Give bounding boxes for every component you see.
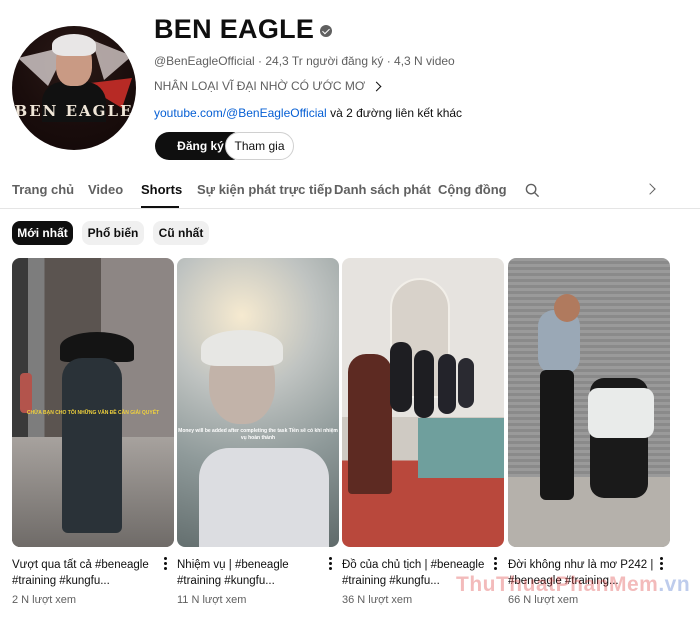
shirt-shape [199, 448, 329, 547]
video-count: 4,3 N video [394, 54, 455, 68]
tab-community[interactable]: Cộng đồng [438, 182, 507, 197]
short-thumbnail[interactable] [342, 258, 504, 547]
tab-home[interactable]: Trang chủ [12, 182, 74, 197]
chip-oldest[interactable]: Cũ nhất [153, 221, 209, 245]
meta-separator: · [258, 54, 263, 68]
short-card[interactable]: CHỨA BẠN CHO TÔI NHỮNG VẤN ĐỀ CẦN GIẢI Q… [12, 258, 174, 606]
watermark: ThuThuatPhanMem.vn [456, 573, 690, 597]
person2-shirt-shape [588, 388, 654, 438]
tab-videos[interactable]: Video [88, 182, 123, 197]
tab-shorts[interactable]: Shorts [141, 182, 182, 197]
short-card[interactable]: Đời không như là mơ P242 | #beneagle #tr… [508, 258, 670, 606]
more-vert-icon[interactable] [164, 557, 168, 571]
meta-separator: · [386, 54, 391, 68]
short-thumbnail[interactable]: CHỨA BẠN CHO TÔI NHỮNG VẤN ĐỀ CẦN GIẢI Q… [12, 258, 174, 547]
avatar-shard [92, 40, 132, 80]
hair-shape [201, 330, 283, 366]
channel-avatar[interactable]: BEN EAGLE [12, 26, 136, 150]
short-overlay-text: Money will be added after completing the… [178, 428, 338, 441]
chip-popular[interactable]: Phổ biến [82, 221, 144, 245]
channel-title-row: BEN EAGLE [154, 14, 333, 45]
short-thumbnail[interactable] [508, 258, 670, 547]
more-vert-icon[interactable] [329, 557, 333, 571]
active-tab-indicator [141, 206, 179, 208]
search-icon[interactable] [525, 183, 540, 198]
subscriber-count: 24,3 Tr người đăng ký [265, 54, 384, 68]
person-head-shape [554, 294, 580, 322]
tab-playlists[interactable]: Danh sách phát [334, 182, 431, 197]
short-card[interactable]: Money will be added after completing the… [177, 258, 339, 606]
guard-shape [414, 350, 434, 418]
watermark-part: .vn [658, 573, 691, 596]
person-shape [348, 354, 392, 494]
avatar-brand-text: BEN EAGLE [14, 102, 134, 120]
channel-link[interactable]: youtube.com/@BenEagleOfficial [154, 106, 327, 120]
tab-live[interactable]: Sự kiện phát trực tiếp [197, 182, 332, 197]
short-overlay-text: CHỨA BẠN CHO TÔI NHỮNG VẤN ĐỀ CẦN GIẢI Q… [26, 410, 160, 416]
chevron-right-icon [371, 81, 382, 91]
channel-title: BEN EAGLE [154, 14, 315, 44]
channel-tabs: Trang chủ Video Shorts Sự kiện phát trực… [0, 176, 700, 209]
bystander-shape [20, 373, 32, 413]
guard-shape [458, 358, 474, 408]
short-views: 11 N lượt xem [177, 594, 247, 606]
channel-meta: @BenEagleOfficial · 24,3 Tr người đăng k… [154, 54, 455, 68]
channel-description[interactable]: NHÂN LOẠI VĨ ĐẠI NHỜ CÓ ƯỚC MƠ [154, 79, 382, 93]
verified-icon [320, 24, 333, 37]
chevron-right-icon[interactable] [644, 183, 656, 195]
avatar-hair [52, 34, 96, 56]
person-shape [62, 358, 122, 533]
short-card[interactable]: Đồ của chủ tịch | #beneagle #training #k… [342, 258, 504, 606]
carpet-shape [418, 418, 504, 478]
watermark-part: ThuThuat [456, 573, 556, 596]
guard-shape [390, 342, 412, 412]
channel-handle: @BenEagleOfficial [154, 54, 255, 68]
more-vert-icon[interactable] [660, 557, 664, 571]
person-pants-shape [540, 370, 574, 500]
guard-shape [438, 354, 456, 414]
more-links[interactable]: và 2 đường liên kết khác [330, 106, 462, 120]
short-views: 2 N lượt xem [12, 594, 77, 606]
join-button[interactable]: Tham gia [225, 132, 294, 160]
more-vert-icon[interactable] [494, 557, 498, 571]
short-title[interactable]: Nhiệm vụ | #beneagle #training #kungfu..… [177, 557, 325, 589]
description-text: NHÂN LOẠI VĨ ĐẠI NHỜ CÓ ƯỚC MƠ [154, 79, 366, 93]
watermark-part: PhanMem [555, 573, 659, 596]
channel-links: youtube.com/@BenEagleOfficial và 2 đường… [154, 106, 462, 120]
short-title[interactable]: Vượt qua tất cả #beneagle #training #kun… [12, 557, 160, 589]
short-thumbnail[interactable]: Money will be added after completing the… [177, 258, 339, 547]
chip-newest[interactable]: Mới nhất [12, 221, 73, 245]
